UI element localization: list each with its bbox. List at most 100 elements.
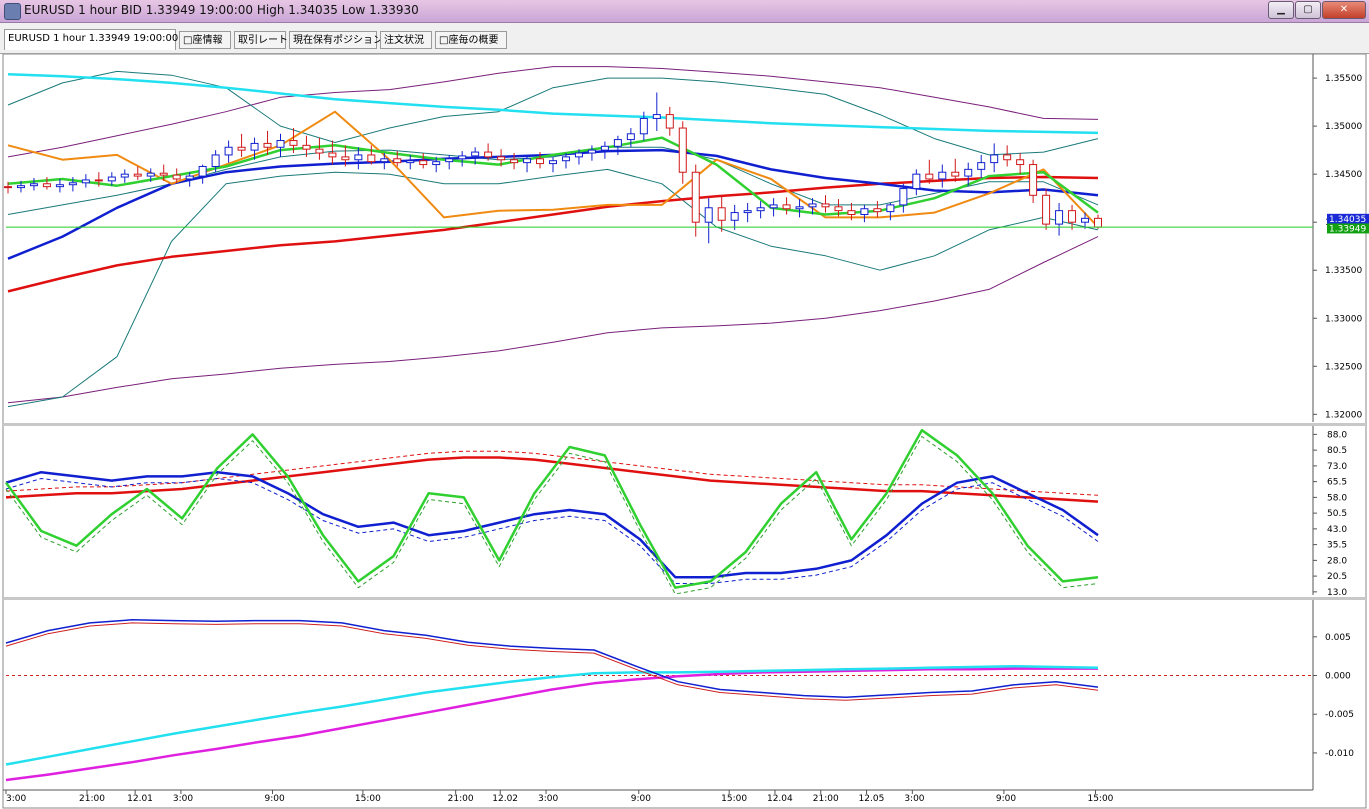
candle-body <box>523 158 532 164</box>
price-tick-label: 1.35500 <box>1325 74 1362 84</box>
price-tick-label: 1.33500 <box>1325 266 1362 276</box>
candle-body <box>302 144 311 150</box>
candle-body <box>276 140 285 148</box>
tab-open-positions[interactable]: 現在保有ポジション <box>289 31 383 49</box>
candle-body <box>172 174 181 180</box>
candle-body <box>107 176 116 182</box>
candle-body <box>497 156 506 161</box>
candle-body <box>237 146 246 151</box>
candle-body <box>16 185 25 189</box>
price-tick-label: 1.34500 <box>1325 170 1362 180</box>
tab-order-status[interactable]: 注文状況 <box>380 31 432 49</box>
time-tick-label: 15:00 <box>1087 794 1113 804</box>
oscillator-tick-label: 28.0 <box>1327 556 1347 566</box>
price-tick-label: 1.35000 <box>1325 122 1362 132</box>
candle-body <box>990 154 999 164</box>
candle-body <box>1081 217 1090 223</box>
candle-body <box>795 206 804 210</box>
candle-body <box>484 151 493 158</box>
candle-body <box>471 151 480 157</box>
candle-body <box>549 160 557 165</box>
panel-separator <box>3 423 1366 426</box>
candle-body <box>1042 194 1051 225</box>
candle-body <box>211 154 220 167</box>
time-tick-label: 12.02 <box>492 794 518 804</box>
price-tick-label: 1.32000 <box>1325 410 1362 420</box>
candle-body <box>55 184 64 188</box>
panel-separator <box>3 597 1366 600</box>
candle-body <box>406 160 415 164</box>
tab-eurusd-chart[interactable]: EURUSD 1 hour 1.33949 19:00:00 <box>4 29 178 50</box>
window-title: EURUSD 1 hour BID 1.33949 19:00:00 High … <box>24 3 419 17</box>
candle-body <box>159 172 168 176</box>
time-tick-label: 12.01 <box>127 794 153 804</box>
candle-body <box>367 154 376 163</box>
candle-body <box>821 203 830 208</box>
candle-body <box>81 179 90 184</box>
candle-body <box>912 173 921 190</box>
price-label-text: 1.34035 <box>1329 215 1366 225</box>
candle-body <box>574 152 583 158</box>
candle-body <box>263 142 272 148</box>
app-icon <box>4 3 21 20</box>
macd-tick-label: 0.005 <box>1325 633 1351 643</box>
candle-body <box>561 156 570 162</box>
candle-body <box>380 158 389 163</box>
tab-account-info[interactable]: □座情報 <box>179 31 231 49</box>
close-button[interactable]: ✕ <box>1322 1 1366 19</box>
time-tick-label: 21:00 <box>813 794 839 804</box>
candle-body <box>68 182 77 186</box>
candle-body <box>808 203 817 208</box>
candle-body <box>587 149 596 154</box>
oscillator-tick-label: 65.5 <box>1327 478 1347 488</box>
candle-body <box>977 162 986 170</box>
tab-trade-rates[interactable]: 取引レート <box>234 31 288 49</box>
macd-tick-label: -0.010 <box>1325 749 1354 759</box>
candle-body <box>925 173 934 180</box>
candle-body <box>29 183 38 187</box>
time-tick-label: 3:00 <box>6 794 26 804</box>
chart-canvas[interactable]: 1.355001.350001.345001.340001.335001.330… <box>0 54 1369 809</box>
minimize-button[interactable]: ▁ <box>1268 1 1294 19</box>
candle-body <box>185 175 194 180</box>
maximize-button[interactable]: ▢ <box>1295 1 1321 19</box>
candle-body <box>536 158 545 165</box>
candle-body <box>600 145 609 151</box>
candle-body <box>847 210 856 216</box>
candle-body <box>146 172 155 177</box>
oscillator-tick-label: 50.5 <box>1327 509 1347 519</box>
candle-body <box>886 204 895 213</box>
candle-body <box>341 156 350 161</box>
candle-body <box>756 207 765 212</box>
candle-body <box>94 179 103 182</box>
time-tick-label: 21:00 <box>448 794 474 804</box>
candle-body <box>4 186 12 189</box>
candle-body <box>1094 217 1102 228</box>
time-tick-label: 9:00 <box>631 794 651 804</box>
candle-body <box>445 158 454 163</box>
time-tick-label: 12.04 <box>767 794 793 804</box>
oscillator-tick-label: 73.0 <box>1327 462 1347 472</box>
price-label-text: 1.33949 <box>1329 224 1366 234</box>
time-tick-label: 3:00 <box>538 794 558 804</box>
candle-body <box>1068 210 1077 223</box>
tab-bar: EURUSD 1 hour 1.33949 19:00:00 □座情報 取引レー… <box>0 23 1369 54</box>
candle-body <box>289 140 298 146</box>
price-tick-label: 1.33000 <box>1325 314 1362 324</box>
candle-body <box>1029 164 1038 196</box>
candle-body <box>652 114 661 119</box>
oscillator-tick-label: 20.5 <box>1327 572 1347 582</box>
oscillator-tick-label: 35.5 <box>1327 541 1347 551</box>
time-tick-label: 15:00 <box>721 794 747 804</box>
tab-account-summary[interactable]: □座毎の概要 <box>435 31 507 49</box>
oscillator-tick-label: 80.5 <box>1327 446 1347 456</box>
candle-body <box>1003 154 1012 161</box>
candle-body <box>120 173 129 178</box>
price-tick-label: 1.32500 <box>1325 362 1362 372</box>
candle-body <box>873 208 882 213</box>
candle-body <box>458 155 467 160</box>
candle-body <box>510 159 519 164</box>
oscillator-tick-label: 58.0 <box>1327 493 1347 503</box>
time-tick-label: 9:00 <box>996 794 1016 804</box>
candle-body <box>1016 159 1025 166</box>
